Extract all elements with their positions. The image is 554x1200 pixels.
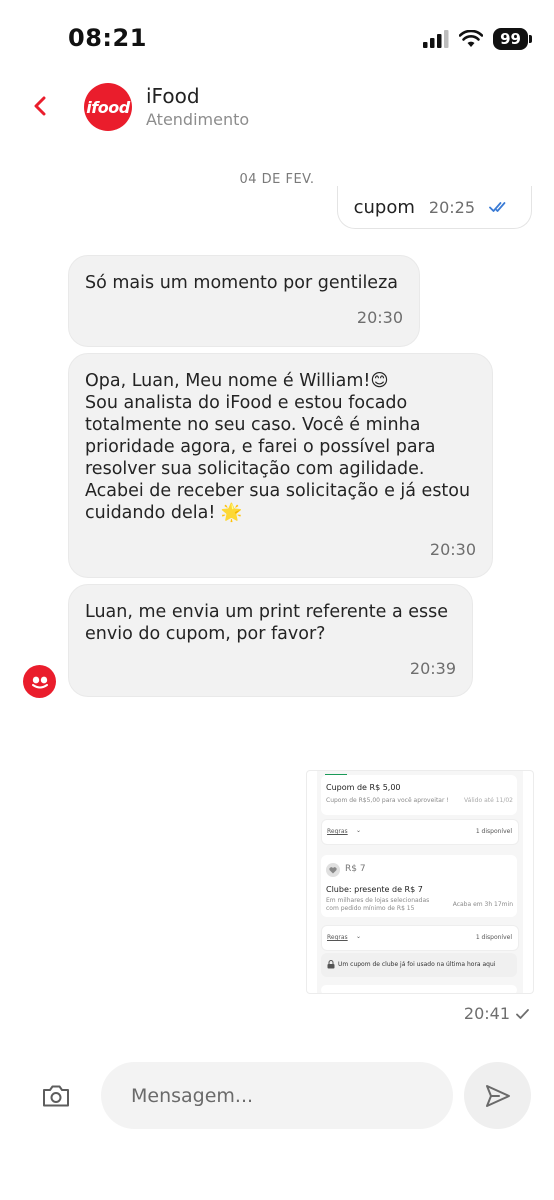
outgoing-message[interactable]: cupom 20:25 (336, 186, 532, 229)
message-text: Luan, me envia um print referente a esse… (85, 602, 449, 644)
smile-icon (31, 676, 48, 688)
message-time: 20:30 (356, 308, 403, 327)
incoming-message[interactable]: Luan, me envia um print referente a esse… (68, 584, 473, 697)
attachment-preview: Cupom de R$ 5,00 Cupom de R$5,00 para vo… (317, 771, 523, 993)
coupon-value: R$ 7 (345, 864, 366, 874)
coupon-availability: 1 disponível (475, 828, 512, 835)
chevron-left-icon (34, 96, 46, 116)
message-time: 20:30 (429, 540, 476, 559)
message-time: 20:25 (428, 197, 475, 217)
coupon-validity: Válido até 11/02 (464, 797, 513, 804)
logo-text: ifood (86, 97, 130, 117)
message-text: cupom (353, 196, 415, 218)
status-time: 08:21 (68, 24, 147, 52)
read-receipt-icon (489, 202, 506, 212)
chevron-down-icon: ⌄ (356, 827, 362, 834)
cropped-card (321, 985, 517, 993)
chat-title: iFood (146, 84, 200, 108)
coupon-rules-row: Regras ⌄ 1 disponível (321, 819, 519, 845)
coupon-desc-line1: Em milhares de lojas selecionadas (326, 897, 430, 904)
date-separator: 04 DE FEV. (239, 172, 315, 187)
camera-button[interactable] (40, 1080, 72, 1112)
message-text: Opa, Luan, Meu nome é William!😊 Sou anal… (85, 371, 471, 523)
agent-avatar (23, 665, 56, 698)
ifood-logo: ifood (84, 83, 132, 131)
status-icons: 99 (423, 28, 532, 50)
coupon-card: R$ 7 Clube: presente de R$ 7 Em milhares… (321, 855, 517, 917)
image-message-meta: 20:41 (464, 1004, 530, 1023)
wifi-icon (459, 30, 484, 47)
send-icon (485, 1084, 510, 1107)
notice-text: Um cupom de clube já foi usado na última… (338, 961, 496, 968)
coupon-availability: 1 disponível (475, 934, 512, 941)
coupon-desc-line2: com pedido mínimo de R$ 15 (326, 905, 415, 912)
read-receipt-icon (516, 1008, 529, 1019)
heart-icon (326, 863, 340, 877)
back-button[interactable] (26, 90, 54, 122)
chevron-down-icon: ⌄ (356, 933, 362, 940)
coupon-card: Cupom de R$ 5,00 Cupom de R$5,00 para vo… (321, 775, 517, 815)
incoming-message[interactable]: Opa, Luan, Meu nome é William!😊 Sou anal… (68, 353, 493, 578)
lock-icon (327, 960, 335, 969)
message-time: 20:41 (463, 1004, 510, 1023)
image-attachment[interactable]: Cupom de R$ 5,00 Cupom de R$5,00 para vo… (306, 770, 534, 994)
coupon-rules-row: Regras ⌄ 1 disponível (321, 925, 519, 951)
coupon-desc: Cupom de R$5,00 para você aproveitar ! (326, 797, 449, 804)
club-notice: Um cupom de clube já foi usado na última… (321, 953, 517, 977)
rules-link: Regras (327, 828, 348, 835)
send-button[interactable] (464, 1062, 531, 1129)
coupon-expires: Acaba em 3h 17min (452, 901, 513, 908)
chat-subtitle: Atendimento (146, 110, 250, 129)
message-time: 20:39 (409, 659, 456, 678)
battery-indicator: 99 (493, 28, 528, 50)
rules-link: Regras (327, 934, 348, 941)
battery-tip (529, 35, 532, 43)
camera-icon (43, 1085, 69, 1107)
incoming-message[interactable]: Só mais um momento por gentileza 20:30 (68, 255, 420, 347)
message-text: Só mais um momento por gentileza (85, 273, 398, 293)
coupon-title: Clube: presente de R$ 7 (326, 885, 423, 894)
signal-icon (423, 30, 449, 48)
coupon-title: Cupom de R$ 5,00 (326, 783, 401, 792)
message-input[interactable] (101, 1062, 453, 1129)
